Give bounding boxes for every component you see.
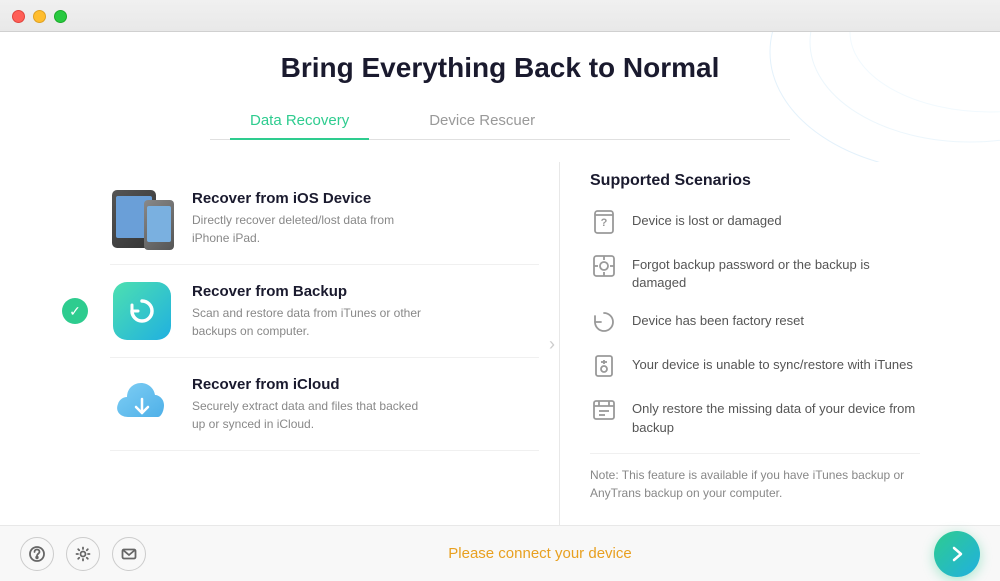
tabs-container: Data Recovery Device Rescuer (210, 104, 790, 140)
settings-icon (75, 546, 91, 562)
scenario-lost-damaged-text: Device is lost or damaged (632, 208, 782, 230)
svg-text:?: ? (601, 217, 608, 229)
maximize-button[interactable] (54, 10, 67, 23)
bottom-left-icons (20, 537, 146, 571)
scenarios-title: Supported Scenarios (590, 172, 920, 190)
minimize-button[interactable] (33, 10, 46, 23)
icloud-item-desc: Securely extract data and files that bac… (192, 397, 432, 433)
left-panel: Recover from iOS Device Directly recover… (50, 162, 560, 525)
backup-item-desc: Scan and restore data from iTunes or oth… (192, 304, 432, 340)
icloud-icon (110, 372, 174, 436)
help-button[interactable] (20, 537, 54, 571)
scenario-lost-damaged: ? Device is lost or damaged (590, 208, 920, 236)
scenario-sync-restore: Your device is unable to sync/restore wi… (590, 352, 920, 380)
bottom-bar: Please connect your device (0, 525, 1000, 581)
content-panel: Recover from iOS Device Directly recover… (50, 162, 950, 525)
factory-reset-icon (590, 308, 618, 336)
help-icon (29, 546, 45, 562)
status-text: Please connect your device (146, 545, 934, 562)
backup-check-indicator: ✓ (62, 298, 88, 324)
titlebar (0, 0, 1000, 32)
backup-item-title: Recover from Backup (192, 283, 432, 300)
settings-button[interactable] (66, 537, 100, 571)
icloud-svg-icon (110, 379, 174, 429)
scenario-forgot-password-text: Forgot backup password or the backup is … (632, 252, 920, 292)
tab-data-recovery[interactable]: Data Recovery (210, 104, 389, 139)
scenario-missing-data: Only restore the missing data of your de… (590, 396, 920, 436)
ios-item-title: Recover from iOS Device (192, 190, 432, 207)
backup-icon (110, 279, 174, 343)
recovery-item-backup[interactable]: ✓ Recover from Backup Scan and restore d… (110, 265, 539, 358)
scenario-factory-reset: Device has been factory reset (590, 308, 920, 336)
tab-device-rescuer[interactable]: Device Rescuer (389, 104, 575, 139)
missing-data-icon (590, 396, 618, 424)
forgot-password-icon (590, 252, 618, 280)
panel-arrow: › (549, 334, 569, 354)
icloud-item-title: Recover from iCloud (192, 376, 432, 393)
scenario-factory-reset-text: Device has been factory reset (632, 308, 804, 330)
scenario-forgot-password: Forgot backup password or the backup is … (590, 252, 920, 292)
scenarios-note: Note: This feature is available if you h… (590, 453, 920, 502)
main-content: Bring Everything Back to Normal Data Rec… (0, 32, 1000, 525)
mail-button[interactable] (112, 537, 146, 571)
ios-item-desc: Directly recover deleted/lost data from … (192, 211, 432, 247)
next-arrow-icon (946, 543, 968, 565)
backup-item-text: Recover from Backup Scan and restore dat… (192, 283, 432, 340)
icloud-item-text: Recover from iCloud Securely extract dat… (192, 376, 432, 433)
recovery-item-ios[interactable]: Recover from iOS Device Directly recover… (110, 172, 539, 265)
app-title: Bring Everything Back to Normal (281, 52, 720, 84)
scenario-missing-data-text: Only restore the missing data of your de… (632, 396, 920, 436)
lost-damaged-icon: ? (590, 208, 618, 236)
right-panel: Supported Scenarios ? Device is lost or … (560, 162, 950, 525)
recovery-item-icloud[interactable]: Recover from iCloud Securely extract dat… (110, 358, 539, 451)
ios-device-icon (110, 186, 174, 250)
close-button[interactable] (12, 10, 25, 23)
ios-item-text: Recover from iOS Device Directly recover… (192, 190, 432, 247)
backup-svg-icon (126, 295, 158, 327)
sync-restore-icon (590, 352, 618, 380)
mail-icon (121, 546, 137, 562)
next-button[interactable] (934, 531, 980, 577)
scenario-sync-restore-text: Your device is unable to sync/restore wi… (632, 352, 913, 374)
